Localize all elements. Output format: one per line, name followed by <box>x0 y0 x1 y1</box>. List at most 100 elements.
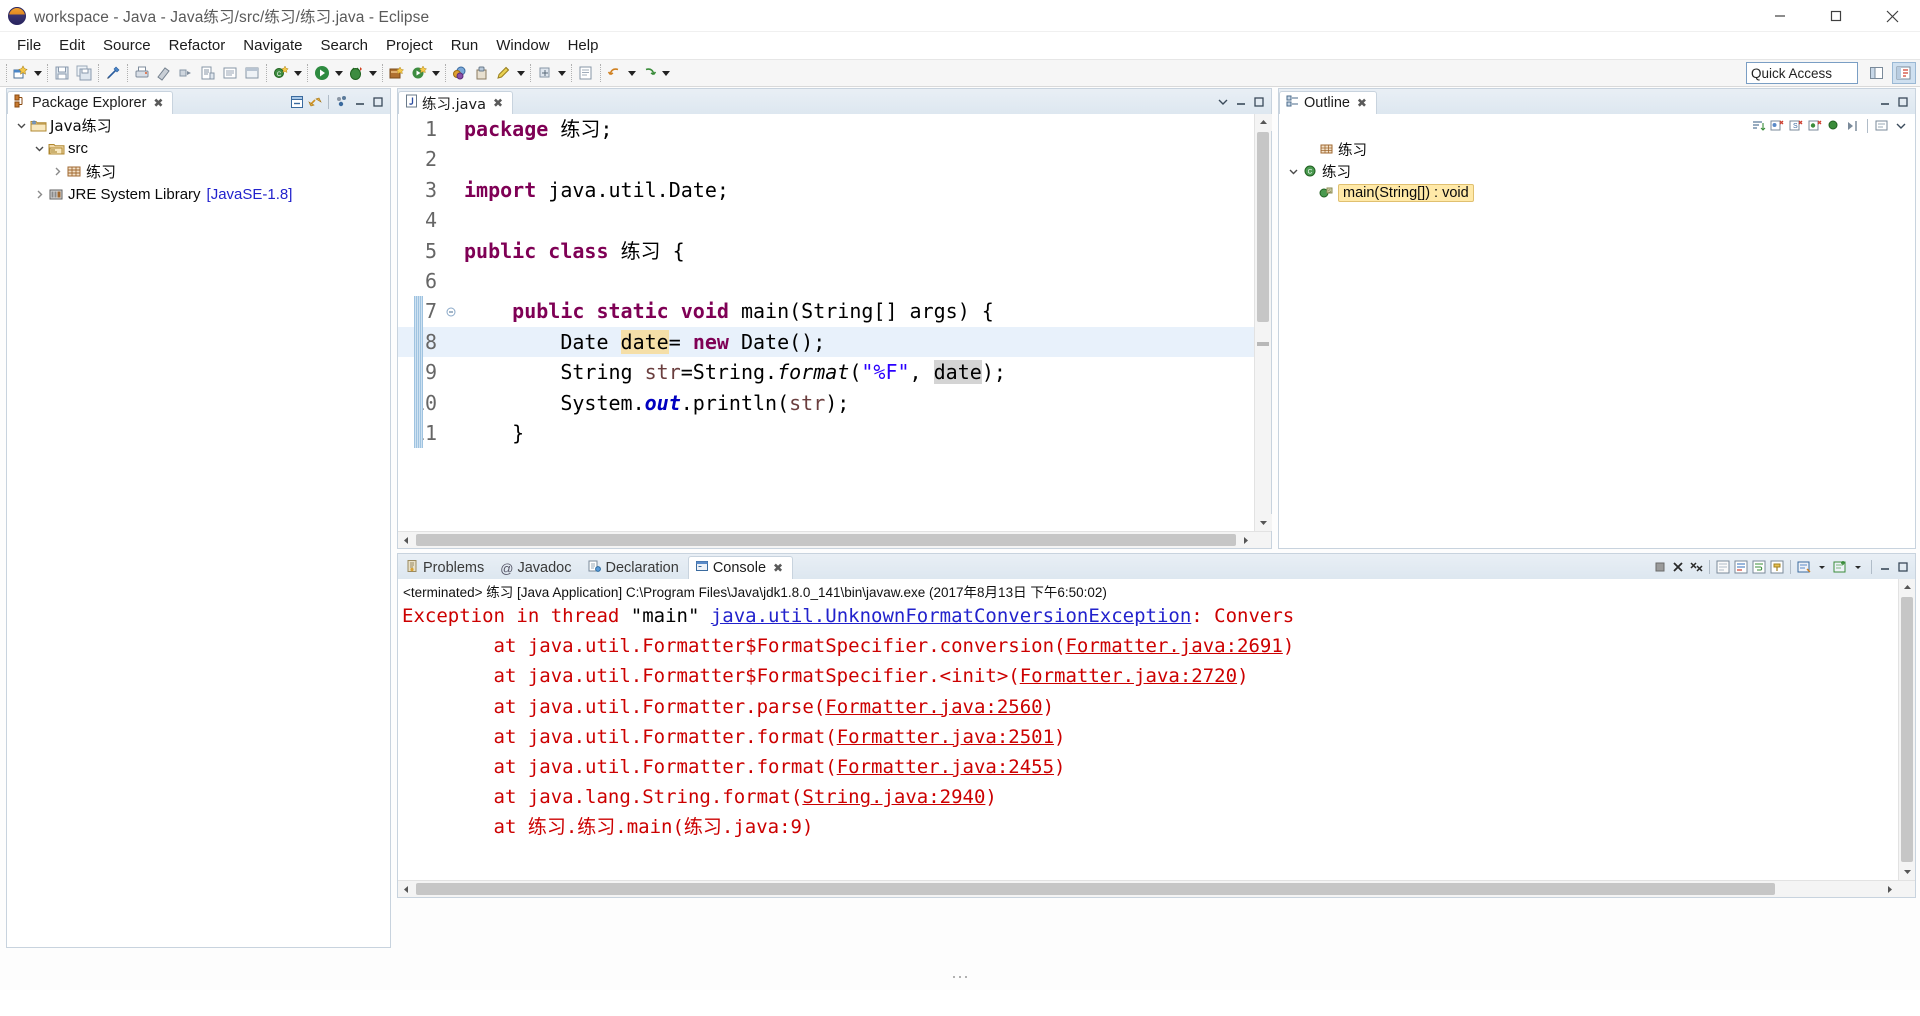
tab-package-explorer[interactable]: Package Explorer ✖ <box>7 91 174 114</box>
scrollbar-thumb[interactable] <box>416 883 1775 895</box>
remove-all-terminated-icon[interactable] <box>1688 559 1704 575</box>
collapse-all-icon[interactable] <box>289 94 305 110</box>
annotation-icon[interactable] <box>493 62 515 84</box>
focus-icon[interactable] <box>1845 118 1861 134</box>
minimize-icon[interactable] <box>352 94 368 110</box>
scroll-left-arrow-icon[interactable] <box>398 532 415 549</box>
save-icon[interactable] <box>51 62 73 84</box>
scroll-left-arrow-icon[interactable] <box>398 881 415 897</box>
close-icon[interactable]: ✖ <box>152 96 164 110</box>
new-wizard-icon[interactable] <box>10 62 32 84</box>
save-all-icon[interactable] <box>73 62 95 84</box>
menu-source[interactable]: Source <box>94 35 160 56</box>
open-perspective-icon[interactable] <box>1865 62 1889 84</box>
external-tools-icon[interactable] <box>219 62 241 84</box>
close-icon[interactable]: ✖ <box>1356 96 1368 110</box>
new-wizard-dropdown-arrow[interactable] <box>32 62 44 84</box>
tree-item-package[interactable]: 练习 <box>7 160 390 183</box>
quick-access-input[interactable]: Quick Access <box>1746 62 1858 84</box>
code-line[interactable]: 1 package 练习; <box>398 114 1271 144</box>
menu-edit[interactable]: Edit <box>50 35 94 56</box>
stack-trace-link[interactable]: Formatter.java:2720 <box>1020 665 1237 687</box>
hide-static-icon[interactable]: S <box>1788 118 1804 134</box>
tree-item-java-project[interactable]: Java练习 <box>7 114 390 137</box>
back-icon[interactable] <box>604 62 626 84</box>
print-icon[interactable] <box>131 62 153 84</box>
close-icon[interactable]: ✖ <box>772 561 784 575</box>
next-annotation-icon[interactable] <box>534 62 556 84</box>
forward-dropdown-arrow[interactable] <box>660 62 672 84</box>
code-line[interactable]: 2 <box>398 144 1271 174</box>
search-icon[interactable] <box>449 62 471 84</box>
scroll-right-arrow-icon[interactable] <box>1881 881 1898 897</box>
resize-grip[interactable] <box>951 976 969 978</box>
remove-launch-icon[interactable] <box>1670 559 1686 575</box>
minimize-icon[interactable] <box>1877 94 1893 110</box>
link-editor-icon[interactable] <box>102 62 124 84</box>
view-menu-icon[interactable] <box>334 94 350 110</box>
run-last-icon[interactable] <box>408 62 430 84</box>
debug-icon[interactable] <box>345 62 367 84</box>
run-icon[interactable] <box>311 62 333 84</box>
code-line[interactable]: 9 String str=String.format("%F", date); <box>398 357 1271 388</box>
chevron-down-icon[interactable] <box>13 120 29 131</box>
pin-console-icon[interactable] <box>1769 559 1785 575</box>
scroll-lock-icon[interactable] <box>1733 559 1749 575</box>
package-explorer-tree[interactable]: Java练习 src 练习 JRE System Library [JavaSE… <box>7 114 390 947</box>
tree-item-jre-library[interactable]: JRE System Library [JavaSE-1.8] <box>7 183 390 206</box>
menu-project[interactable]: Project <box>377 35 442 56</box>
maximize-icon[interactable] <box>370 94 386 110</box>
scroll-up-arrow-icon[interactable] <box>1255 114 1272 131</box>
hide-fields-icon[interactable] <box>1769 118 1785 134</box>
chevron-right-icon[interactable] <box>31 189 47 200</box>
next-annotation-dropdown-arrow[interactable] <box>556 62 568 84</box>
open-type-icon[interactable] <box>471 62 493 84</box>
new-java-class-dropdown-arrow[interactable] <box>292 62 304 84</box>
code-line[interactable]: 6 <box>398 266 1271 296</box>
chevron-down-icon[interactable] <box>1285 166 1301 177</box>
run-dropdown-arrow[interactable] <box>333 62 345 84</box>
console-horizontal-scrollbar[interactable] <box>398 880 1915 897</box>
chevron-down-icon[interactable] <box>31 143 47 154</box>
build-all-icon[interactable] <box>175 62 197 84</box>
debug-dropdown-arrow[interactable] <box>367 62 379 84</box>
code-line[interactable]: 11 } <box>398 417 1271 449</box>
outline-body[interactable]: S 练习 C 练习 S main(String[]): void <box>1279 114 1915 548</box>
scroll-down-arrow-icon[interactable] <box>1899 863 1915 880</box>
run-last-dropdown-arrow[interactable] <box>430 62 442 84</box>
stack-trace-link[interactable]: java.util.UnknownFormatConversionExcepti… <box>711 605 1191 627</box>
stack-trace-link[interactable]: Formatter.java:2455 <box>837 756 1054 778</box>
annotation-dropdown-arrow[interactable] <box>515 62 527 84</box>
scrollbar-thumb[interactable] <box>1901 597 1913 862</box>
new-console-dropdown-arrow[interactable] <box>1850 559 1866 575</box>
tree-item-src[interactable]: src <box>7 137 390 160</box>
tab-javadoc[interactable]: @ Javadoc <box>493 556 580 579</box>
chevron-right-icon[interactable] <box>49 166 65 177</box>
menu-help[interactable]: Help <box>559 35 608 56</box>
menu-refactor[interactable]: Refactor <box>160 35 235 56</box>
fold-collapse-icon[interactable] <box>444 307 458 317</box>
publish-icon[interactable] <box>197 62 219 84</box>
stack-trace-link[interactable]: String.java:2940 <box>802 786 985 808</box>
stack-trace-link[interactable]: Formatter.java:2560 <box>825 696 1042 718</box>
tab-editor-file[interactable]: 练习.java ✖ <box>398 91 513 114</box>
view-menu-icon[interactable] <box>1215 94 1231 110</box>
menu-navigate[interactable]: Navigate <box>234 35 311 56</box>
maximize-icon[interactable] <box>1895 94 1911 110</box>
stack-trace-link[interactable]: Formatter.java:2691 <box>1065 635 1282 657</box>
forward-icon[interactable] <box>638 62 660 84</box>
code-line[interactable]: 3 import java.util.Date; <box>398 175 1271 205</box>
minimize-icon[interactable] <box>1233 94 1249 110</box>
tab-problems[interactable]: Problems <box>398 556 493 579</box>
close-icon[interactable]: ✖ <box>492 96 504 110</box>
display-selected-console-icon[interactable] <box>1796 559 1812 575</box>
code-line[interactable]: 7 public static void main(String[] args)… <box>398 296 1271 327</box>
menu-search[interactable]: Search <box>311 35 377 56</box>
scrollbar-thumb[interactable] <box>416 534 1236 546</box>
scroll-down-arrow-icon[interactable] <box>1255 514 1272 531</box>
previous-edit-icon[interactable] <box>575 62 597 84</box>
code-line[interactable]: 5 public class 练习 { <box>398 236 1271 266</box>
clear-console-icon[interactable] <box>1715 559 1731 575</box>
link-with-editor-icon[interactable] <box>307 94 323 110</box>
code-editor[interactable]: 1 package 练习; 2 3 import java.util.Date; 4 5 pu… <box>398 114 1272 549</box>
